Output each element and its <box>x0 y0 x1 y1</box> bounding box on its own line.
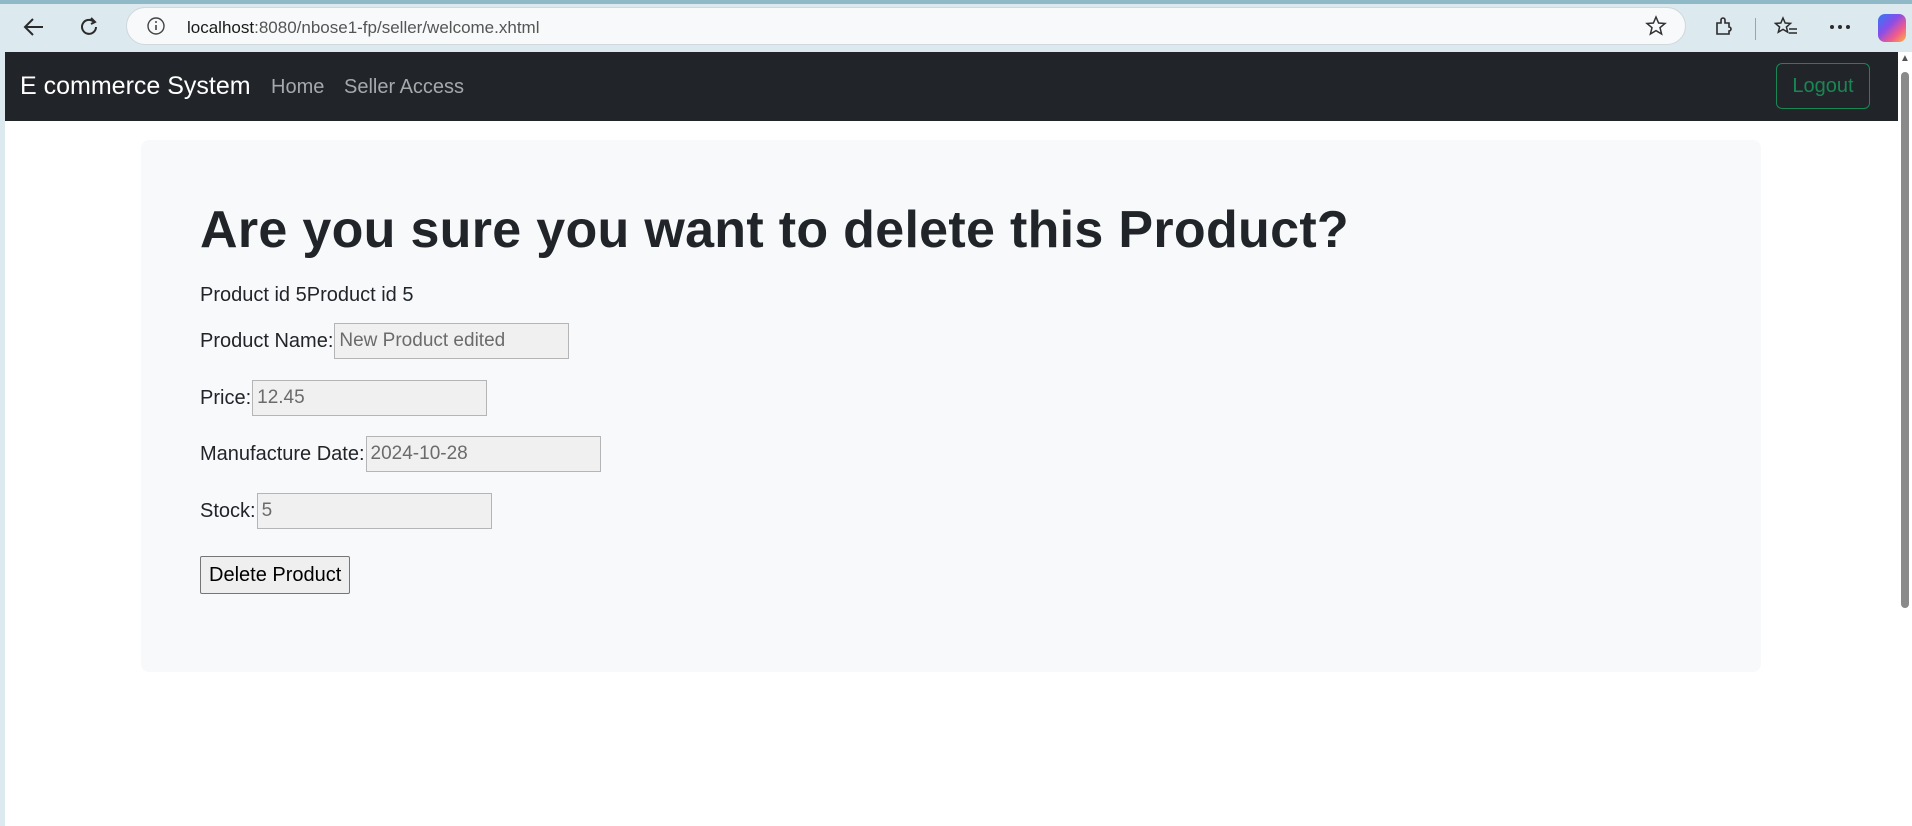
favorites-icon[interactable] <box>1771 12 1801 42</box>
scroll-up-arrow-icon[interactable]: ▲ <box>1900 54 1910 64</box>
scrollbar-thumb[interactable] <box>1901 72 1909 608</box>
price-field[interactable] <box>252 380 488 416</box>
manufacture-date-row: Manufacture Date: <box>200 436 601 472</box>
delete-product-button[interactable]: Delete Product <box>200 556 351 594</box>
vertical-scrollbar[interactable]: ▲ <box>1898 52 1912 826</box>
price-label: Price: <box>200 386 252 409</box>
page-content: E commerce System Home Seller Access Log… <box>5 52 1898 826</box>
url-path: :8080/nbose1-fp/seller/welcome.xhtml <box>254 18 540 37</box>
address-url: localhost:8080/nbose1-fp/seller/welcome.… <box>187 18 539 38</box>
delete-confirmation-card: Are you sure you want to delete this Pro… <box>141 140 1761 672</box>
favorite-star-icon[interactable] <box>1645 15 1667 37</box>
page-title: Are you sure you want to delete this Pro… <box>200 201 1349 259</box>
refresh-icon[interactable] <box>72 10 106 44</box>
navbar-brand[interactable]: E commerce System <box>20 72 251 101</box>
logout-button[interactable]: Logout <box>1776 63 1870 109</box>
manufacture-date-label: Manufacture Date: <box>200 442 365 465</box>
address-bar[interactable]: localhost:8080/nbose1-fp/seller/welcome.… <box>126 7 1686 45</box>
more-options-icon[interactable] <box>1825 12 1855 42</box>
browser-toolbar: localhost:8080/nbose1-fp/seller/welcome.… <box>0 0 1912 52</box>
url-host: localhost <box>187 18 255 37</box>
product-name-field[interactable] <box>334 323 570 359</box>
product-name-label: Product Name: <box>200 329 334 352</box>
extensions-icon[interactable] <box>1709 12 1739 42</box>
site-info-icon[interactable] <box>147 17 165 35</box>
manufacture-date-field[interactable] <box>365 436 601 472</box>
stock-label: Stock: <box>200 499 256 522</box>
product-name-row: Product Name: <box>200 323 570 359</box>
copilot-icon[interactable] <box>1878 14 1906 42</box>
back-icon[interactable] <box>17 10 51 44</box>
stock-field[interactable] <box>256 493 492 529</box>
price-row: Price: <box>200 380 488 416</box>
stock-row: Stock: <box>200 493 492 529</box>
toolbar-separator <box>1755 18 1756 40</box>
product-id-text: Product id 5Product id 5 <box>200 284 414 306</box>
nav-link-home[interactable]: Home <box>271 76 324 99</box>
navbar: E commerce System Home Seller Access Log… <box>5 52 1898 121</box>
nav-link-seller-access[interactable]: Seller Access <box>344 76 464 99</box>
